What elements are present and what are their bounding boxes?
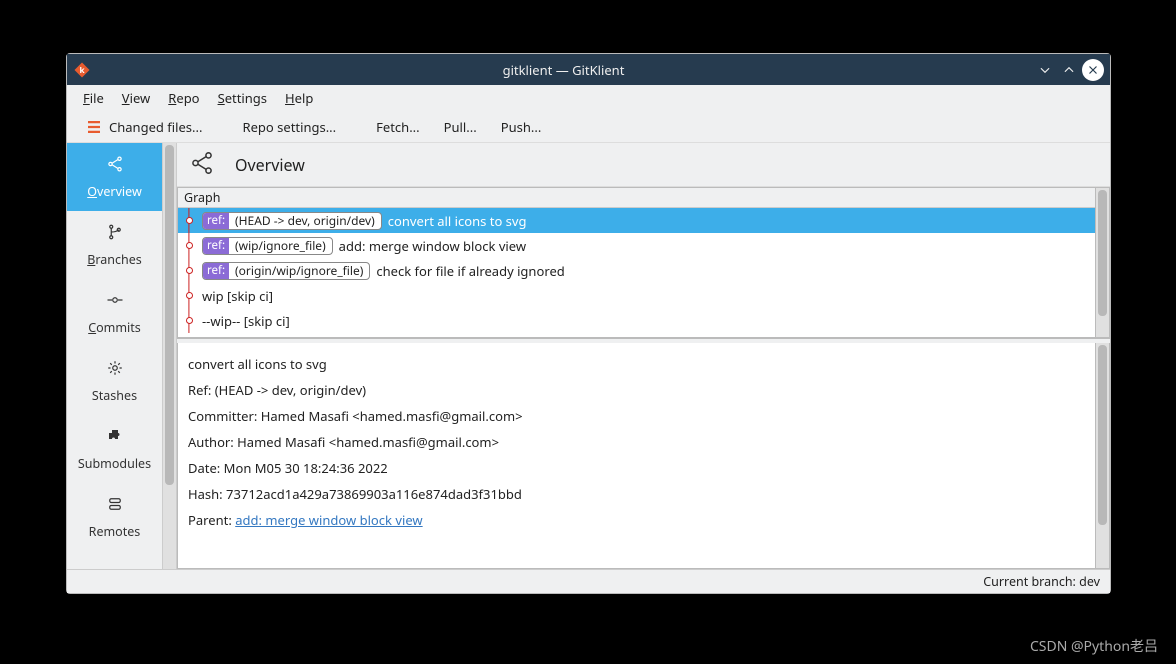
app-window: k gitklient — GitKlient File View Repo S… — [66, 53, 1111, 594]
watermark: CSDN @Python老吕 — [1030, 636, 1158, 656]
sidebar-item-stashes[interactable]: Stashes — [67, 347, 162, 415]
commit-row[interactable]: --wip-- [skip ci] — [178, 308, 1095, 333]
graph-column-header[interactable]: Graph — [178, 188, 1095, 208]
detail-author: Author: Hamed Masafi <hamed.masfi@gmail.… — [188, 429, 1085, 455]
minimize-button[interactable] — [1034, 59, 1056, 81]
close-button[interactable] — [1082, 59, 1104, 81]
app-k-icon: k — [73, 61, 91, 79]
sidebar-item-remotes[interactable]: Remotes — [67, 483, 162, 551]
commit-icon — [106, 291, 124, 313]
detail-committer: Committer: Hamed Masafi <hamed.masfi@gma… — [188, 403, 1085, 429]
sidebar-item-branches[interactable]: Branches — [67, 211, 162, 279]
detail-parent: Parent: add: merge window block view — [188, 507, 1085, 533]
sidebar-item-commits[interactable]: Commits — [67, 279, 162, 347]
svg-text:k: k — [79, 65, 85, 76]
push-button[interactable]: Push... — [491, 114, 552, 140]
detail-pane: convert all icons to svg Ref: (HEAD -> d… — [177, 343, 1110, 569]
commit-message: convert all icons to svg — [388, 212, 527, 230]
graph-node — [182, 258, 196, 283]
sidebar-item-submodules[interactable]: Submodules — [67, 415, 162, 483]
menu-file[interactable]: File — [75, 86, 112, 110]
menu-help[interactable]: Help — [277, 86, 321, 110]
fetch-button[interactable]: Fetch... — [366, 114, 430, 140]
commit-message: --wip-- [skip ci] — [202, 312, 290, 330]
sidebar-item-label: Remotes — [89, 523, 141, 540]
graph-node — [182, 283, 196, 308]
detail-ref: Ref: (HEAD -> dev, origin/dev) — [188, 377, 1085, 403]
main-header: Overview — [177, 143, 1110, 187]
share-icon — [189, 150, 215, 180]
share-icon — [106, 155, 124, 177]
puzzle-icon — [106, 427, 124, 449]
repo-settings-button[interactable]: Repo settings... — [232, 114, 346, 140]
remote-icon — [106, 495, 124, 517]
detail-hash: Hash: 73712acd1a429a73869903a116e874dad3… — [188, 481, 1085, 507]
page-title: Overview — [235, 154, 305, 176]
graph-node — [182, 308, 196, 333]
commit-row[interactable]: ref:(wip/ignore_file) add: merge window b… — [178, 233, 1095, 258]
menubar: File View Repo Settings Help — [67, 85, 1110, 111]
titlebar[interactable]: k gitklient — GitKlient — [67, 54, 1110, 85]
commit-row[interactable]: wip [skip ci] — [178, 283, 1095, 308]
maximize-button[interactable] — [1058, 59, 1080, 81]
main-content: Overview Graph ref:(HEAD -> dev, origin/… — [177, 143, 1110, 569]
changed-files-icon — [85, 118, 103, 136]
sidebar-item-label: Stashes — [92, 387, 137, 404]
commit-message: check for file if already ignored — [376, 262, 564, 280]
commit-message: wip [skip ci] — [202, 287, 273, 305]
graph-node — [182, 233, 196, 258]
ref-badge: ref:(HEAD -> dev, origin/dev) — [202, 212, 382, 230]
menu-view[interactable]: View — [114, 86, 158, 110]
window-title: gitklient — GitKlient — [95, 61, 1032, 79]
detail-date: Date: Mon M05 30 18:24:36 2022 — [188, 455, 1085, 481]
detail-scrollbar[interactable] — [1096, 343, 1110, 569]
commit-row[interactable]: ref:(HEAD -> dev, origin/dev) convert all… — [178, 208, 1095, 233]
graph-pane: Graph ref:(HEAD -> dev, origin/dev) conve… — [177, 187, 1110, 339]
ref-badge: ref:(wip/ignore_file) — [202, 237, 333, 255]
gear-icon — [106, 359, 124, 381]
detail-subject: convert all icons to svg — [188, 351, 1085, 377]
sidebar-scrollbar[interactable] — [163, 143, 177, 569]
toolbar: Changed files... Repo settings... Fetch.… — [67, 111, 1110, 143]
pull-button[interactable]: Pull... — [434, 114, 487, 140]
menu-settings[interactable]: Settings — [210, 86, 275, 110]
current-branch-label: Current branch: dev — [983, 573, 1100, 590]
changed-files-label: Changed files... — [109, 118, 202, 136]
sidebar-item-overview[interactable]: Overview — [67, 143, 162, 211]
changed-files-button[interactable]: Changed files... — [75, 114, 212, 140]
graph-scrollbar[interactable] — [1096, 187, 1110, 338]
sidebar-item-label: Branches — [87, 251, 142, 268]
sidebar-item-label: Submodules — [78, 455, 151, 472]
commit-row[interactable]: ref:(origin/wip/ignore_file) check for fi… — [178, 258, 1095, 283]
sidebar: Overview Branches Commits Stashes — [67, 143, 177, 569]
statusbar: Current branch: dev — [67, 569, 1110, 593]
ref-badge: ref:(origin/wip/ignore_file) — [202, 262, 370, 280]
graph-node — [182, 208, 196, 233]
menu-repo[interactable]: Repo — [160, 86, 207, 110]
sidebar-item-label: Overview — [87, 183, 142, 200]
parent-link[interactable]: add: merge window block view — [235, 511, 422, 529]
commit-message: add: merge window block view — [339, 237, 526, 255]
branch-icon — [106, 223, 124, 245]
sidebar-item-label: Commits — [88, 319, 141, 336]
